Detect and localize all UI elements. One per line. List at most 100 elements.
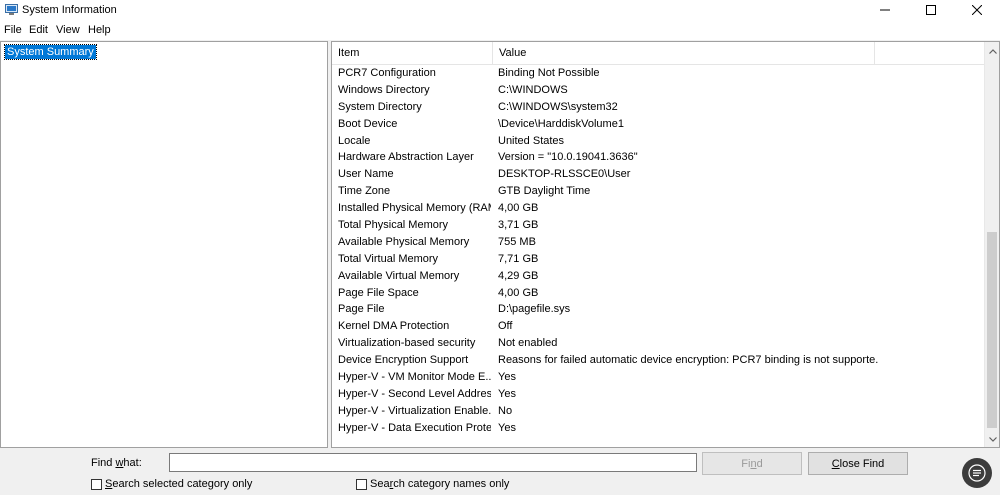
find-what-input[interactable]: [169, 453, 697, 472]
menu-help[interactable]: Help: [88, 24, 111, 36]
column-header-value[interactable]: Value: [493, 42, 875, 65]
menu-view[interactable]: View: [56, 24, 80, 36]
row-value-cell: Not enabled: [498, 337, 558, 350]
row-value-cell: GTB Daylight Time: [498, 185, 591, 198]
checkbox-box[interactable]: [356, 478, 367, 490]
close-icon: [971, 4, 983, 18]
row-value-cell: Reasons for failed automatic device encr…: [498, 354, 878, 367]
row-item-cell: Available Physical Memory: [338, 235, 470, 248]
list-row[interactable]: Time Zone GTB Daylight Time: [332, 183, 985, 200]
list-row[interactable]: Total Virtual Memory 7,71 GB: [332, 251, 985, 268]
close-find-button[interactable]: Close Find: [808, 452, 908, 475]
list-row[interactable]: Windows Directory C:\WINDOWS: [332, 82, 985, 99]
list-rows: PCR7 Configuration Binding Not Possible Wi…: [332, 65, 985, 437]
row-item-cell: System Directory: [338, 100, 422, 113]
list-row[interactable]: Locale United States: [332, 133, 985, 150]
row-item-cell: Time Zone: [338, 185, 391, 198]
row-item-cell: Hyper-V - Virtualization Enable...: [338, 404, 491, 417]
menu-bar: File Edit View Help: [0, 22, 1000, 40]
row-value-cell: 3,71 GB: [498, 219, 539, 232]
close-find-suffix: lose Find: [839, 457, 885, 470]
assistant-icon[interactable]: [962, 458, 992, 488]
scroll-thumb[interactable]: [987, 232, 997, 428]
row-item-cell: Total Virtual Memory: [338, 252, 439, 265]
find-button[interactable]: Fi n d: [702, 452, 802, 475]
row-item-cell: PCR7 Configuration: [338, 67, 436, 79]
row-value-cell: No: [498, 404, 513, 417]
list-row[interactable]: Available Virtual Memory 4,29 GB: [332, 268, 985, 285]
list-row[interactable]: Hardware Abstraction Layer Version = "10.…: [332, 149, 985, 166]
column-header: Item Value: [332, 42, 985, 65]
tree-item-system-summary[interactable]: System Summary: [4, 44, 97, 60]
list-row[interactable]: Hyper-V - Virtualization Enable... No: [332, 403, 985, 420]
vertical-scrollbar[interactable]: [984, 42, 999, 447]
row-value-cell: Yes: [498, 387, 516, 400]
row-item-cell: Hardware Abstraction Layer: [338, 151, 474, 164]
list-row[interactable]: User Name DESKTOP-RLSSCE0\User: [332, 166, 985, 183]
row-value-cell: D:\pagefile.sys: [498, 303, 571, 316]
checkbox-box[interactable]: [91, 478, 102, 490]
list-row[interactable]: Virtualization-based security Not enabled: [332, 335, 985, 352]
find-what-label-suffix: hat:: [123, 457, 142, 469]
search-selected-suffix: earch selected category only: [112, 478, 253, 490]
row-item-cell: Page File: [338, 303, 385, 316]
scroll-down-button[interactable]: [985, 430, 999, 447]
close-button[interactable]: [954, 0, 1000, 22]
list-row[interactable]: PCR7 Configuration Binding Not Possible: [332, 65, 985, 82]
row-value-cell: Yes: [498, 421, 516, 434]
row-item-cell: Page File Space: [338, 286, 419, 299]
list-row[interactable]: Hyper-V - VM Monitor Mode E... Yes: [332, 369, 985, 386]
list-row[interactable]: Kernel DMA Protection Off: [332, 318, 985, 335]
row-value-cell: C:\WINDOWS\system32: [498, 100, 618, 113]
row-item-cell: Hyper-V - Second Level Addres...: [338, 387, 491, 400]
chevron-up-icon: [988, 45, 997, 57]
row-item-cell: Boot Device: [338, 117, 398, 130]
row-value-cell: United States: [498, 134, 565, 147]
search-selected-category-label: Search selected category only: [105, 478, 252, 490]
row-item-cell: Hyper-V - VM Monitor Mode E...: [338, 371, 491, 384]
row-item-cell: Device Encryption Support: [338, 354, 469, 367]
row-value-cell: \Device\HarddiskVolume1: [498, 117, 624, 130]
minimize-button[interactable]: [862, 0, 908, 22]
close-find-access-key: C: [831, 457, 840, 470]
search-category-names-checkbox[interactable]: Search category names only: [356, 478, 509, 490]
list-row[interactable]: Hyper-V - Second Level Addres... Yes: [332, 386, 985, 403]
row-value-cell: 7,71 GB: [498, 252, 539, 265]
row-value-cell: 4,00 GB: [498, 202, 539, 215]
find-button-suffix: d: [756, 457, 763, 470]
list-row[interactable]: System Directory C:\WINDOWS\system32: [332, 99, 985, 116]
list-row[interactable]: Page File Space 4,00 GB: [332, 285, 985, 302]
maximize-icon: [926, 4, 936, 18]
column-header-item[interactable]: Item: [332, 42, 493, 65]
search-names-suffix: ch category names only: [393, 478, 510, 490]
row-value-cell: Version = "10.0.19041.3636": [498, 151, 638, 164]
row-item-cell: User Name: [338, 168, 394, 181]
find-what-label-prefix: Find: [91, 457, 116, 469]
row-item-cell: Installed Physical Memory (RAM): [338, 202, 491, 215]
row-item-cell: Windows Directory: [338, 83, 430, 96]
menu-edit[interactable]: Edit: [29, 24, 48, 36]
system-info-icon: [5, 4, 18, 16]
row-value-cell: DESKTOP-RLSSCE0\User: [498, 168, 631, 181]
list-row[interactable]: Boot Device \Device\HarddiskVolume1: [332, 116, 985, 133]
minimize-icon: [880, 5, 890, 18]
row-item-cell: Hyper-V - Data Execution Prote...: [338, 421, 491, 434]
row-item-cell: Virtualization-based security: [338, 337, 476, 350]
scroll-up-button[interactable]: [985, 42, 999, 59]
row-value-cell: Off: [498, 320, 513, 333]
search-selected-category-checkbox[interactable]: Search selected category only: [91, 478, 252, 490]
list-row[interactable]: Total Physical Memory 3,71 GB: [332, 217, 985, 234]
row-value-cell: 4,00 GB: [498, 286, 539, 299]
menu-file[interactable]: File: [4, 24, 22, 36]
list-row[interactable]: Device Encryption Support Reasons for fai…: [332, 352, 985, 369]
row-item-cell: Locale: [338, 134, 371, 147]
list-row[interactable]: Page File D:\pagefile.sys: [332, 301, 985, 318]
row-item-cell: Available Virtual Memory: [338, 269, 460, 282]
list-row[interactable]: Installed Physical Memory (RAM) 4,00 GB: [332, 200, 985, 217]
search-names-prefix: Sea: [370, 478, 390, 490]
list-row[interactable]: Hyper-V - Data Execution Prote... Yes: [332, 420, 985, 437]
details-list[interactable]: Item Value PCR7 Configuration Binding Not…: [331, 41, 1000, 448]
category-tree[interactable]: System Summary: [0, 41, 328, 448]
maximize-button[interactable]: [908, 0, 954, 22]
list-row[interactable]: Available Physical Memory 755 MB: [332, 234, 985, 251]
